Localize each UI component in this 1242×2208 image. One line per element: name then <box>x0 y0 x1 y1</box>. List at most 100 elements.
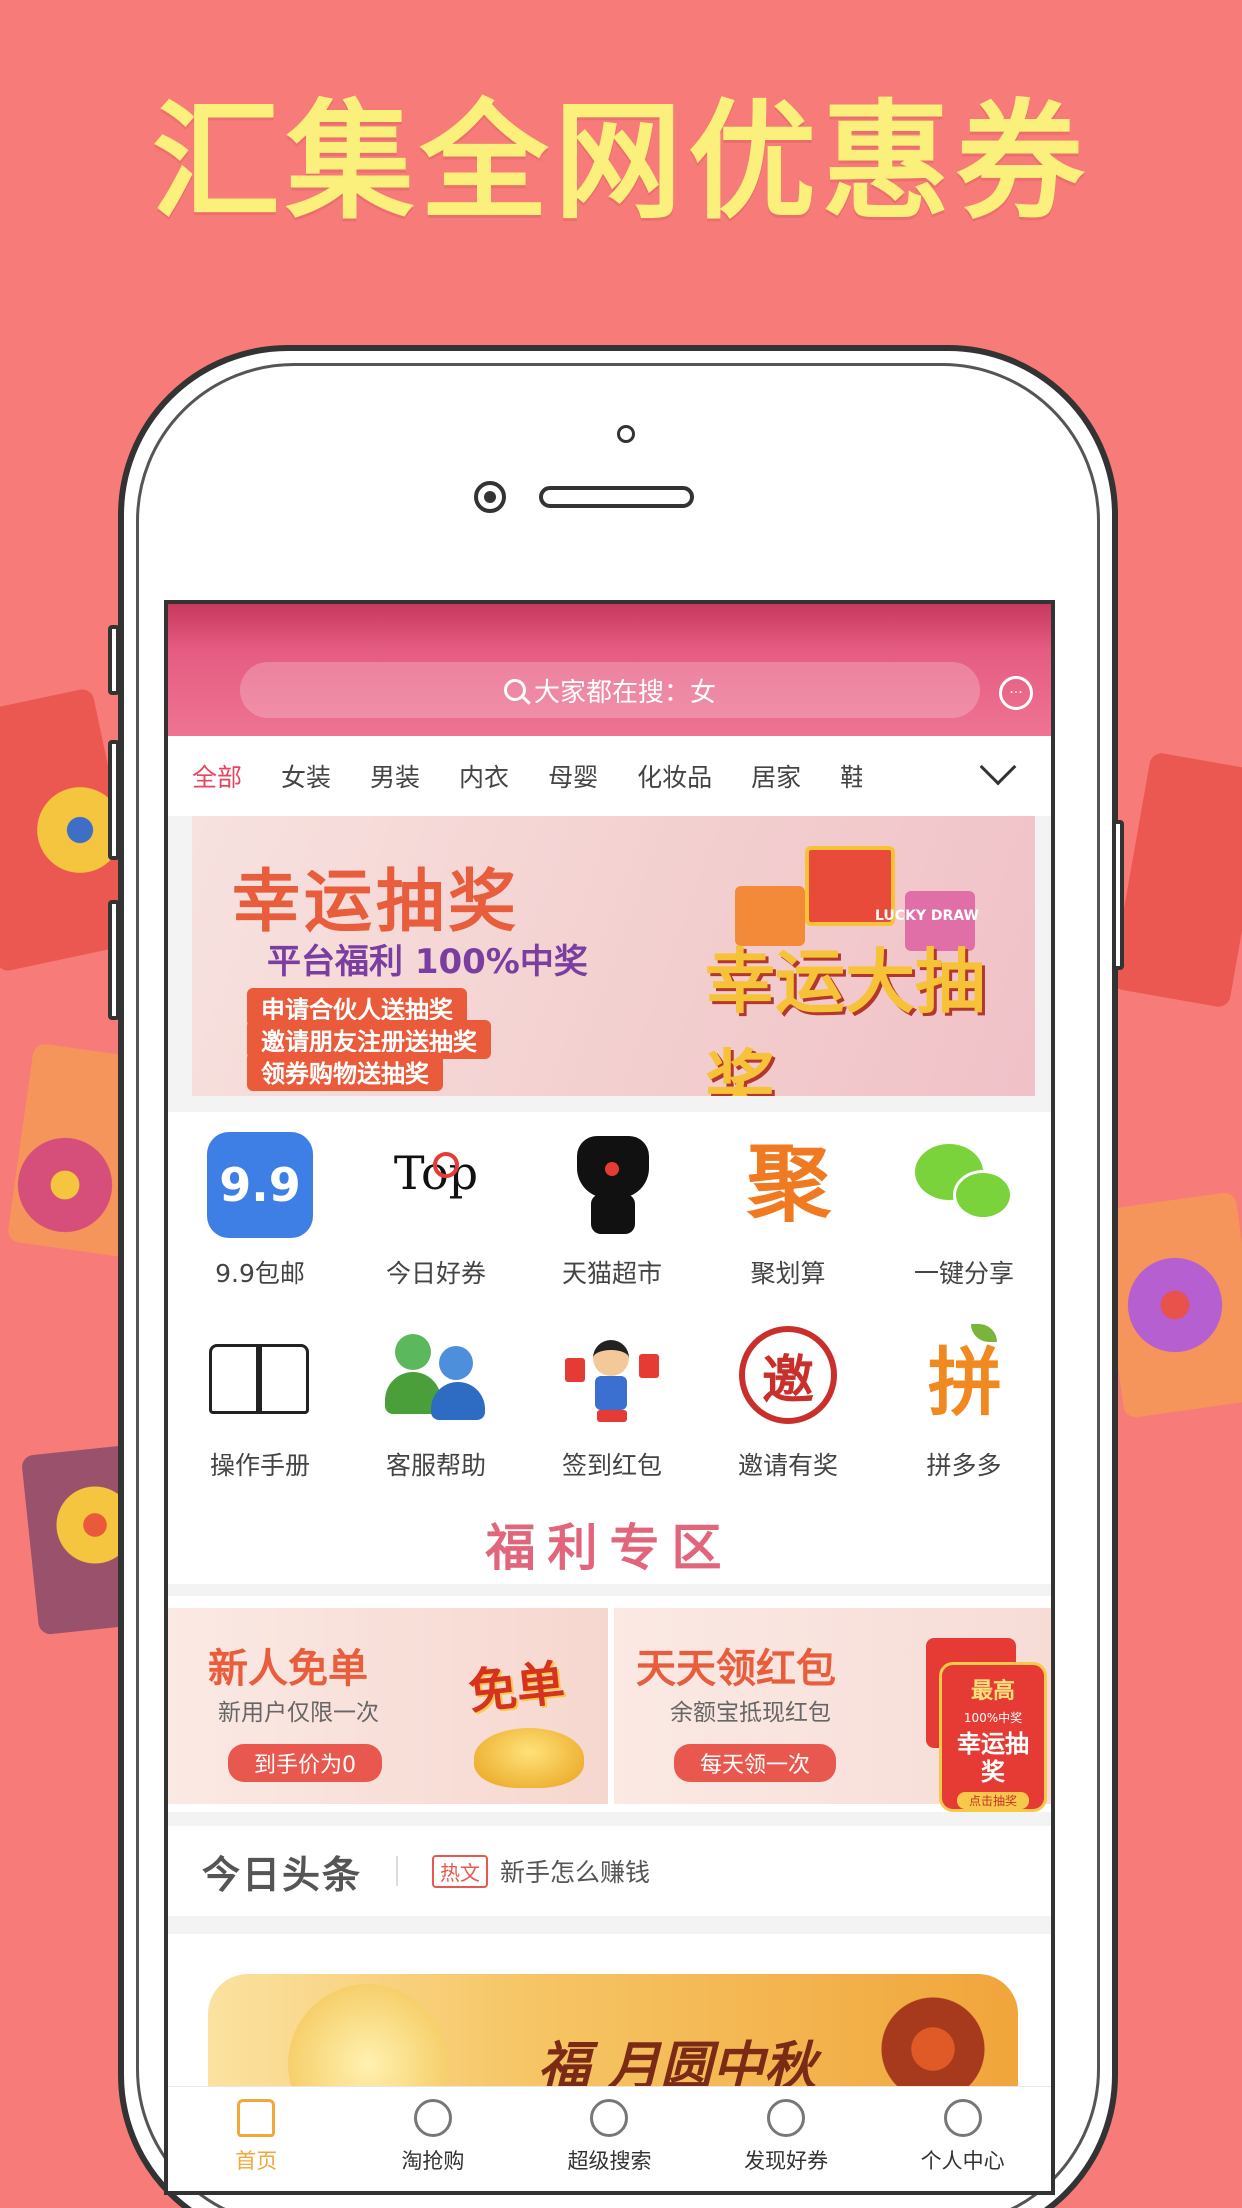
grid-item-ju[interactable]: 聚 聚划算 <box>699 1132 877 1290</box>
grid-label: 邀请有奖 <box>737 1451 838 1480</box>
category-tab-underwear[interactable]: 内衣 <box>459 758 509 794</box>
divider <box>396 1856 399 1886</box>
nav-flash-sale[interactable]: 淘抢购 <box>345 2087 522 2191</box>
message-icon[interactable]: ··· <box>999 676 1033 710</box>
person-head <box>593 1340 629 1376</box>
welfare-title: 福利专区 <box>485 1519 734 1577</box>
book-icon <box>205 1324 315 1424</box>
support-people-icon <box>381 1324 491 1424</box>
promo-button[interactable]: 到手价为0 <box>228 1744 382 1782</box>
wechat-icon <box>909 1132 1019 1232</box>
nav-label: 发现好券 <box>744 2149 829 2173</box>
grid-label: 拼多多 <box>926 1451 1002 1480</box>
grid-item-tmall[interactable]: 天猫超市 <box>523 1132 701 1290</box>
news-ticker[interactable]: 今日头条 热文 新手怎么赚钱 <box>168 1826 1051 1916</box>
promo-subtitle: 余额宝抵现红包 <box>670 1700 831 1726</box>
search-bar[interactable]: 大家都在搜：女 <box>240 662 980 718</box>
promo-title: 天天领红包 <box>636 1646 836 1692</box>
festival-banner-art: 福 月圆中秋 <box>208 1974 1018 2099</box>
grid-item-support[interactable]: 客服帮助 <box>347 1324 525 1482</box>
promo-new-user[interactable]: 新人免单 新用户仅限一次 到手价为0 免单 <box>168 1608 608 1804</box>
wechat-bubble-small <box>953 1170 1013 1220</box>
red-envelope <box>565 1358 585 1382</box>
grid-label: 一键分享 <box>913 1259 1014 1288</box>
grid-item-today-coupon[interactable]: Top 今日好券 <box>347 1132 525 1290</box>
grid-item-9-9[interactable]: 9.9 9.9包邮 <box>171 1132 349 1290</box>
lottery-banner[interactable]: 幸运抽奖 平台福利 100%中奖 申请合伙人送抽奖 邀请朋友注册送抽奖 领券购物… <box>192 816 1035 1096</box>
news-logo: 今日头条 <box>202 1852 363 1897</box>
person-head-green <box>395 1334 431 1370</box>
person-head-blue <box>439 1346 473 1380</box>
category-tab-men[interactable]: 男装 <box>370 758 420 794</box>
bg-flower <box>1120 1250 1230 1360</box>
float-lottery-badge: 100%中奖 <box>963 1711 1023 1725</box>
user-icon <box>943 2099 982 2137</box>
moon-icon <box>288 1984 448 2099</box>
search-icon <box>590 2099 629 2137</box>
ju-glyph: 聚 <box>746 1135 831 1233</box>
nav-super-search[interactable]: 超级搜索 <box>521 2087 698 2191</box>
category-tab-shoes[interactable]: 鞋 <box>840 758 862 794</box>
nav-label: 首页 <box>235 2149 278 2173</box>
lucky-draw-art: 幸运大抽奖 LUCKY DRAW <box>675 846 1015 1096</box>
news-headline[interactable]: 新手怎么赚钱 <box>500 1853 650 1889</box>
promo-title: 新人免单 <box>208 1646 368 1692</box>
floating-lottery-button[interactable]: 最高 100%中奖 幸运抽奖 点击抽奖 <box>939 1662 1047 1812</box>
grid-label: 签到红包 <box>561 1451 662 1480</box>
search-placeholder: 大家都在搜：女 <box>533 677 716 708</box>
nine-nine-icon: 9.9 <box>205 1132 315 1238</box>
person-body <box>595 1376 627 1410</box>
app-header: 大家都在搜：女 ··· <box>168 604 1051 736</box>
volume-button <box>108 740 120 860</box>
search-icon <box>503 679 526 701</box>
grid-label: 客服帮助 <box>385 1451 486 1480</box>
float-lottery-top: 最高 <box>970 1679 1015 1704</box>
free-order-art: 免单 <box>465 1655 568 1721</box>
float-lottery-title: 幸运抽奖 <box>957 1730 1029 1786</box>
headline: 汇集全网优惠券 <box>151 88 1090 237</box>
top10-icon: Top <box>381 1132 491 1232</box>
float-lottery-cta: 点击抽奖 <box>957 1792 1029 1809</box>
chevron-down-icon[interactable] <box>979 748 1017 786</box>
nav-home[interactable]: 首页 <box>168 2087 345 2191</box>
promo-row: 新人免单 新用户仅限一次 到手价为0 免单 天天领红包 余额宝抵现红包 每天领一… <box>168 1596 1051 1812</box>
grid-item-share[interactable]: 一键分享 <box>875 1132 1051 1290</box>
mid-autumn-banner[interactable]: 福 月圆中秋 <box>168 1934 1051 2099</box>
power-button <box>1112 820 1124 970</box>
category-tab-baby[interactable]: 母婴 <box>548 758 598 794</box>
book-page-left <box>209 1344 259 1414</box>
nav-profile[interactable]: 个人中心 <box>874 2087 1051 2191</box>
proximity-sensor <box>617 425 635 443</box>
grid-item-manual[interactable]: 操作手册 <box>171 1324 349 1482</box>
red-envelope-person-icon <box>557 1324 667 1424</box>
nav-label: 超级搜索 <box>567 2149 652 2173</box>
nav-discover-coupons[interactable]: 发现好券 <box>698 2087 875 2191</box>
feature-grid: 9.9 9.9包邮 Top 今日好券 天猫超市 聚 聚划算 一键分享 操作手册 … <box>168 1112 1051 1504</box>
grid-item-checkin[interactable]: 签到红包 <box>523 1324 701 1482</box>
discover-icon <box>767 2099 806 2137</box>
grid-label: 天猫超市 <box>561 1259 662 1288</box>
top-o-ring <box>433 1152 459 1178</box>
hot-tag-badge: 热文 <box>432 1854 489 1888</box>
grid-item-pinduoduo[interactable]: 拼 拼多多 <box>875 1324 1051 1482</box>
category-tab-all[interactable]: 全部 <box>192 758 242 794</box>
tmall-cat-icon <box>557 1132 667 1234</box>
nine-nine-badge: 9.9 <box>207 1132 313 1238</box>
grid-label: 聚划算 <box>750 1259 826 1288</box>
category-tab-women[interactable]: 女装 <box>281 758 331 794</box>
cat-nose <box>605 1162 619 1176</box>
grid-item-invite[interactable]: 邀 邀请有奖 <box>699 1324 877 1482</box>
nav-label: 淘抢购 <box>401 2149 465 2173</box>
person-body-blue <box>431 1382 485 1420</box>
invite-seal-icon: 邀 <box>733 1324 843 1424</box>
category-tab-home[interactable]: 居家 <box>751 758 801 794</box>
grid-label: 今日好券 <box>385 1259 486 1288</box>
category-tab-cosmetics[interactable]: 化妆品 <box>637 758 712 794</box>
volume-button <box>108 900 120 1020</box>
flower-icon <box>868 1994 998 2099</box>
category-tabs: 全部 女装 男装 内衣 母婴 化妆品 居家 鞋 <box>168 736 1051 816</box>
promo-subtitle: 新用户仅限一次 <box>218 1700 379 1726</box>
earpiece-speaker <box>539 486 694 508</box>
banner-subtitle: 平台福利 100%中奖 <box>267 942 588 982</box>
promo-button[interactable]: 每天领一次 <box>674 1744 837 1782</box>
